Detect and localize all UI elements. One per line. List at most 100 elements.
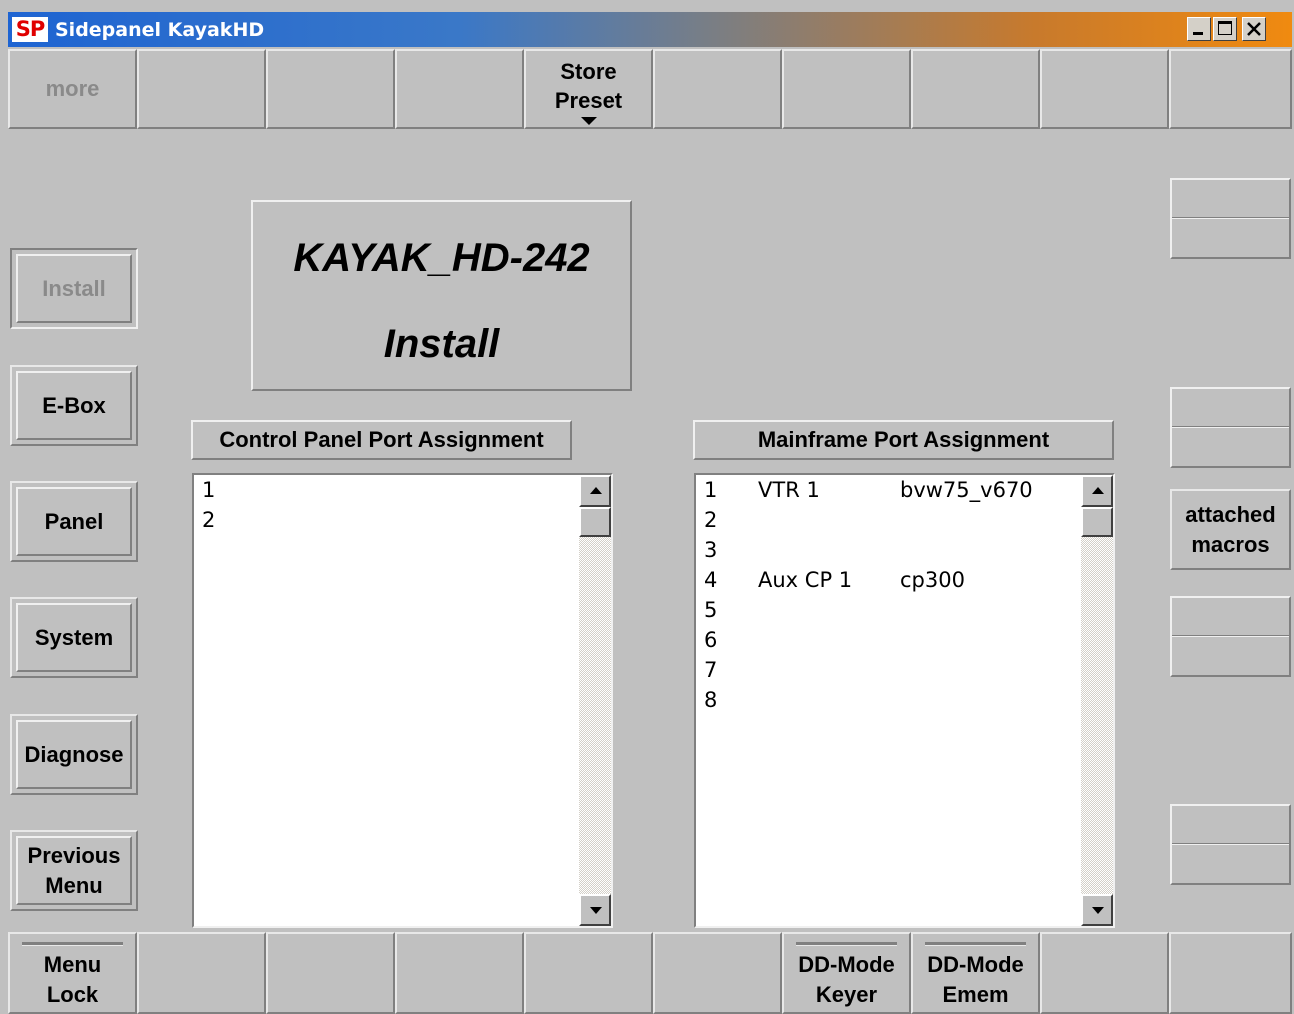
list-item[interactable]: 1 VTR 1 bvw75_v670 [696, 475, 1113, 505]
diagnose-label: Diagnose [24, 741, 124, 767]
list-item[interactable]: 2 [696, 505, 1113, 535]
window-title: Sidepanel KayakHD [55, 19, 265, 41]
port-number: 3 [704, 538, 718, 562]
device-name: VTR 1 [758, 478, 820, 502]
right-slot-3[interactable] [1170, 596, 1291, 677]
list-item[interactable]: 1 [194, 475, 611, 505]
indicator-bar [925, 942, 1026, 946]
app-logo: SP [12, 17, 48, 42]
attached-line2: macros [1191, 531, 1270, 557]
scroll-up-button[interactable] [1081, 475, 1113, 507]
more-label: more [45, 76, 100, 101]
right-slot-2[interactable] [1170, 387, 1291, 468]
mainframe-header: Mainframe Port Assignment [693, 420, 1114, 460]
list-item[interactable]: 7 [696, 655, 1113, 685]
dd-emem-line1: DD-Mode [927, 952, 1024, 977]
arrow-up-icon [590, 487, 602, 494]
list-item[interactable]: 4 Aux CP 1 cp300 [696, 565, 1113, 595]
close-button[interactable] [1242, 17, 1266, 41]
store-preset-line2: Preset [554, 88, 623, 113]
minimize-icon [1193, 32, 1203, 35]
previous-line2: Menu [45, 872, 103, 898]
dd-emem-line2: Emem [942, 982, 1009, 1007]
more-button[interactable]: more [8, 49, 137, 129]
list-item[interactable]: 6 [696, 625, 1113, 655]
arrow-down-icon [1092, 907, 1104, 914]
panel-button[interactable]: Panel [10, 481, 138, 562]
bottom-slot-3[interactable] [266, 932, 395, 1014]
diagnose-button[interactable]: Diagnose [10, 714, 138, 795]
attached-macros-button[interactable]: attached macros [1170, 489, 1291, 570]
scroll-thumb[interactable] [579, 507, 611, 537]
list-item[interactable]: 3 [696, 535, 1113, 565]
menu-lock-button[interactable]: Menu Lock [8, 932, 137, 1014]
install-label: Install [42, 275, 106, 301]
list-item[interactable]: 8 [696, 685, 1113, 715]
list-item[interactable]: 2 [194, 505, 611, 535]
driver-name: bvw75_v670 [900, 478, 1033, 502]
device-name: Aux CP 1 [758, 568, 853, 592]
minimize-button[interactable] [1187, 17, 1211, 41]
control-panel-scrollbar[interactable] [579, 475, 611, 926]
close-icon [1247, 22, 1261, 36]
scroll-up-button[interactable] [579, 475, 611, 507]
top-slot-4[interactable] [395, 49, 524, 129]
top-slot-2[interactable] [137, 49, 266, 129]
scroll-down-button[interactable] [579, 894, 611, 926]
scroll-down-button[interactable] [1081, 894, 1113, 926]
arrow-down-icon [590, 907, 602, 914]
port-number: 5 [704, 598, 718, 622]
list-item[interactable]: 5 [696, 595, 1113, 625]
dropdown-arrow-icon [580, 117, 597, 125]
port-number: 6 [704, 628, 718, 652]
driver-name: cp300 [900, 568, 965, 592]
scroll-thumb[interactable] [1081, 507, 1113, 537]
install-button[interactable]: Install [10, 248, 138, 329]
screen-title-box: KAYAK_HD-242 Install [251, 200, 632, 391]
port-number: 1 [704, 478, 718, 502]
menu-title: Install [383, 322, 500, 366]
port-number: 7 [704, 658, 718, 682]
mainframe-scrollbar[interactable] [1081, 475, 1113, 926]
top-slot-9[interactable] [1040, 49, 1169, 129]
top-slot-3[interactable] [266, 49, 395, 129]
mainframe-list[interactable]: 1 VTR 1 bvw75_v670 2 3 4 Aux CP 1 cp300 5 6 … [694, 473, 1115, 928]
dd-keyer-line1: DD-Mode [798, 952, 895, 977]
maximize-icon [1218, 21, 1232, 35]
bottom-slot-4[interactable] [395, 932, 524, 1014]
top-slot-10[interactable] [1169, 49, 1292, 129]
port-number: 1 [202, 478, 216, 502]
previous-menu-button[interactable]: Previous Menu [10, 830, 138, 911]
top-slot-8[interactable] [911, 49, 1040, 129]
maximize-button[interactable] [1213, 17, 1237, 41]
right-slot-4[interactable] [1170, 804, 1291, 885]
port-number: 2 [202, 508, 216, 532]
system-button[interactable]: System [10, 597, 138, 678]
ebox-label: E-Box [42, 392, 106, 418]
bottom-slot-5[interactable] [524, 932, 653, 1014]
device-title: KAYAK_HD-242 [293, 236, 590, 280]
bottom-slot-2[interactable] [137, 932, 266, 1014]
previous-line1: Previous [27, 842, 121, 868]
window-body: more Store Preset Install E-Box Panel Sy… [8, 47, 1292, 1014]
title-bar: SP Sidepanel KayakHD [8, 12, 1292, 47]
dd-mode-keyer-button[interactable]: DD-Mode Keyer [782, 932, 911, 1014]
port-number: 2 [704, 508, 718, 532]
attached-line1: attached [1185, 501, 1276, 527]
top-slot-6[interactable] [653, 49, 782, 129]
bottom-slot-6[interactable] [653, 932, 782, 1014]
bottom-slot-10[interactable] [1169, 932, 1292, 1014]
right-slot-1[interactable] [1170, 178, 1291, 259]
control-panel-list[interactable]: 1 2 [192, 473, 613, 928]
indicator-bar [796, 942, 897, 946]
port-number: 8 [704, 688, 718, 712]
ebox-button[interactable]: E-Box [10, 365, 138, 446]
control-panel-header: Control Panel Port Assignment [191, 420, 572, 460]
top-slot-7[interactable] [782, 49, 911, 129]
menu-lock-line2: Lock [46, 982, 99, 1007]
dd-mode-emem-button[interactable]: DD-Mode Emem [911, 932, 1040, 1014]
arrow-up-icon [1092, 487, 1104, 494]
store-preset-button[interactable]: Store Preset [524, 49, 653, 129]
bottom-slot-9[interactable] [1040, 932, 1169, 1014]
menu-lock-line1: Menu [43, 952, 102, 977]
